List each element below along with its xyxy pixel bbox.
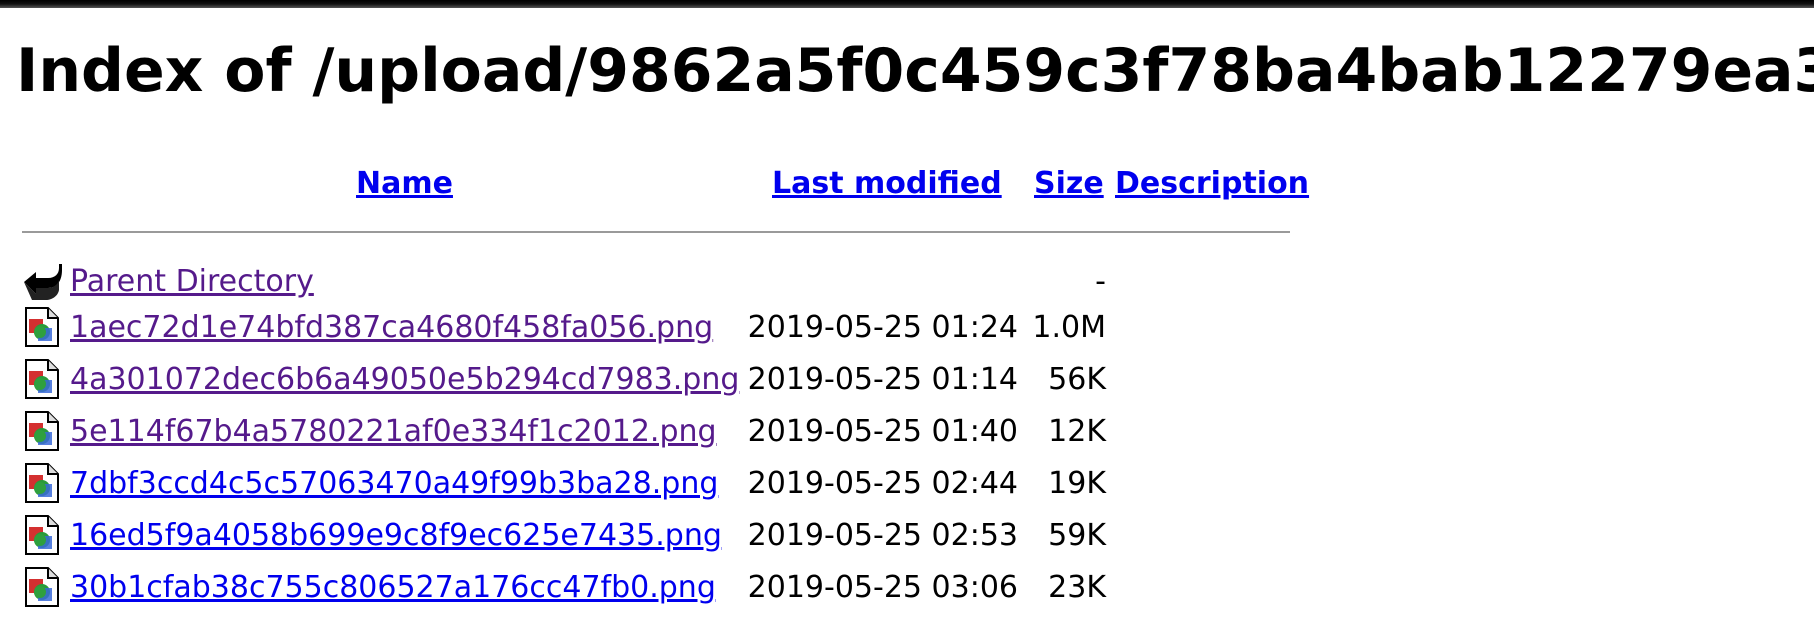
file-link[interactable]: 16ed5f9a4058b699e9c8f9ec625e7435.png xyxy=(70,516,722,556)
file-size: 23K xyxy=(1048,570,1106,605)
file-size: 12K xyxy=(1048,414,1106,449)
column-header-name[interactable]: Name xyxy=(356,164,453,204)
file-size: 19K xyxy=(1048,466,1106,501)
file-size: 59K xyxy=(1048,518,1106,553)
file-row: 5e114f67b4a5780221af0e334f1c2012.png 201… xyxy=(0,406,1300,458)
parent-directory-size: - xyxy=(1095,264,1106,299)
window-top-edge xyxy=(0,0,1814,8)
file-last-modified: 2019-05-25 03:06 xyxy=(747,570,1018,605)
file-link[interactable]: 30b1cfab38c755c806527a176cc47fb0.png xyxy=(70,568,716,608)
file-link[interactable]: 1aec72d1e74bfd387ca4680f458fa056.png xyxy=(70,308,713,348)
image-file-icon xyxy=(22,462,60,504)
parent-directory-row: Parent Directory - xyxy=(0,256,1300,308)
file-size: 1.0M xyxy=(1032,310,1106,345)
image-file-icon xyxy=(22,306,60,348)
image-file-icon xyxy=(22,410,60,452)
file-size: 56K xyxy=(1048,362,1106,397)
file-last-modified: 2019-05-25 01:40 xyxy=(747,414,1018,449)
file-last-modified: 2019-05-25 02:53 xyxy=(747,518,1018,553)
file-last-modified: 2019-05-25 02:44 xyxy=(747,466,1018,501)
image-file-icon xyxy=(22,566,60,608)
file-last-modified: 2019-05-25 01:24 xyxy=(747,310,1018,345)
column-header-last-modified[interactable]: Last modified xyxy=(772,164,1002,204)
image-file-icon xyxy=(22,514,60,556)
page-title: Index of /upload/9862a5f0c459c3f78ba4bab… xyxy=(16,36,1814,106)
file-link[interactable]: 5e114f67b4a5780221af0e334f1c2012.png xyxy=(70,412,717,452)
file-row: 4a301072dec6b6a49050e5b294cd7983.png 201… xyxy=(0,354,1300,406)
back-arrow-icon xyxy=(22,260,62,302)
parent-directory-link[interactable]: Parent Directory xyxy=(70,262,314,302)
file-row: 30b1cfab38c755c806527a176cc47fb0.png 201… xyxy=(0,562,1300,614)
image-file-icon xyxy=(22,358,60,400)
column-header-description[interactable]: Description xyxy=(1115,164,1309,204)
file-link[interactable]: 7dbf3ccd4c5c57063470a49f99b3ba28.png xyxy=(70,464,718,504)
file-row: 16ed5f9a4058b699e9c8f9ec625e7435.png 201… xyxy=(0,510,1300,562)
file-row: 1aec72d1e74bfd387ca4680f458fa056.png 201… xyxy=(0,302,1300,354)
file-row: 7dbf3ccd4c5c57063470a49f99b3ba28.png 201… xyxy=(0,458,1300,510)
file-last-modified: 2019-05-25 01:14 xyxy=(747,362,1018,397)
column-header-size[interactable]: Size xyxy=(1034,164,1104,204)
header-divider xyxy=(22,231,1290,233)
file-link[interactable]: 4a301072dec6b6a49050e5b294cd7983.png xyxy=(70,360,739,400)
